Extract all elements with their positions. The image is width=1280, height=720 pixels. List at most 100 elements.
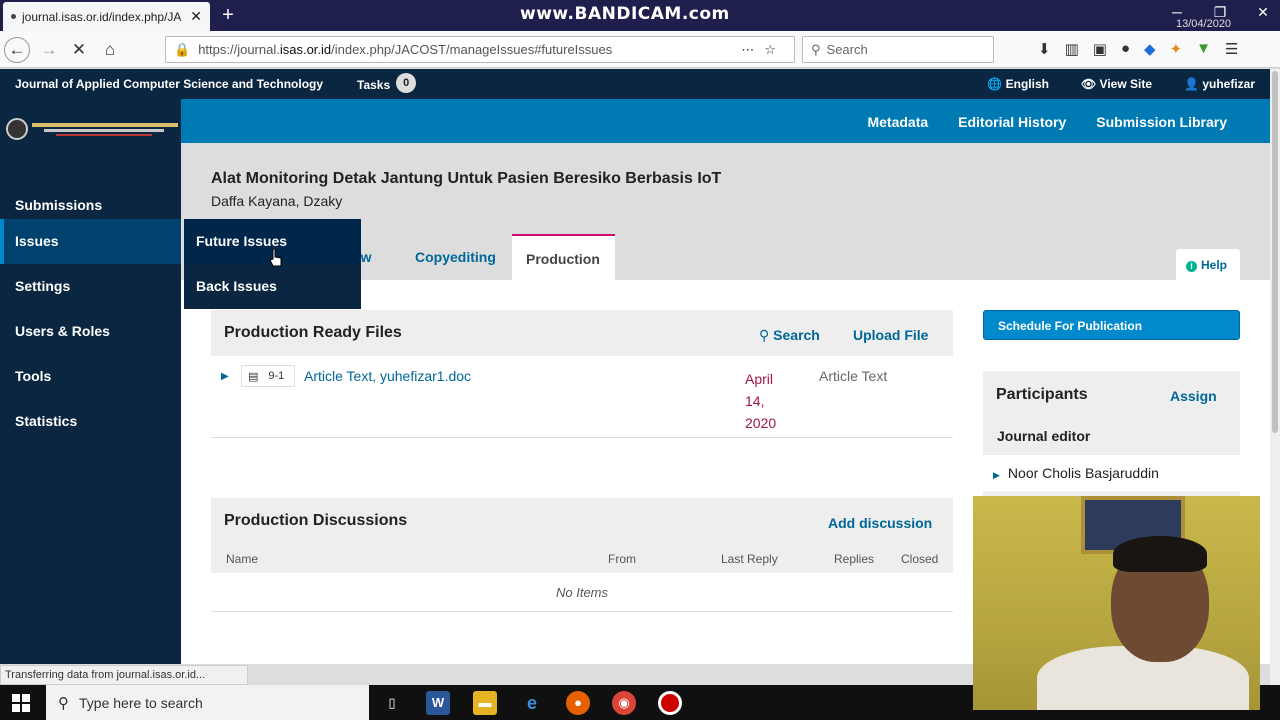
tab-title: journal.isas.or.id/index.php/JA — [22, 9, 182, 24]
ojs-sidebar: Submissions Issues Settings Users & Role… — [0, 99, 181, 664]
column-replies[interactable]: Replies — [834, 552, 874, 566]
taskbar-search-input[interactable]: ⚲ Type here to search — [46, 685, 369, 720]
upload-file-button[interactable]: Upload File — [853, 327, 928, 343]
account-icon[interactable]: ● — [1121, 40, 1130, 58]
new-tab-icon[interactable]: + — [218, 4, 238, 27]
document-icon: ▤ — [248, 370, 259, 383]
grid-title: Production Ready Files — [224, 324, 402, 341]
add-discussion-button[interactable]: Add discussion — [828, 515, 932, 531]
browser-status-bar: Transferring data from journal.isas.or.i… — [0, 665, 248, 685]
tasks-button[interactable]: Tasks 0 — [357, 73, 417, 93]
file-name-link[interactable]: Article Text, yuhefizar1.doc — [304, 368, 471, 384]
browser-navbar: ← → ✕ ⌂ 🔒 https://journal.isas.or.id/ind… — [0, 31, 1280, 68]
url-text: https://journal.isas.or.id/index.php/JAC… — [198, 42, 613, 57]
extension2-icon[interactable]: ✦ — [1170, 40, 1183, 58]
role-heading: Journal editor — [997, 428, 1091, 444]
tab-copyediting[interactable]: Copyediting — [401, 234, 510, 280]
extension-icon[interactable]: ◆ — [1144, 40, 1156, 58]
download-icon[interactable]: ⬇ — [1038, 40, 1051, 58]
submission-header-bar: Metadata Editorial History Submission Li… — [181, 99, 1270, 143]
participant-item[interactable]: ▶ Noor Cholis Basjaruddin — [983, 455, 1240, 491]
sidebar-item-users-roles[interactable]: Users & Roles — [0, 309, 181, 354]
firefox-icon[interactable]: ● — [566, 691, 590, 715]
lock-icon: 🔒 — [174, 41, 191, 57]
sidebar-item-tools[interactable]: Tools — [0, 354, 181, 399]
hand-cursor-icon — [270, 249, 282, 267]
home-icon[interactable]: ⌂ — [97, 37, 123, 63]
forward-arrow-icon[interactable]: → — [36, 37, 62, 63]
expand-participant-icon[interactable]: ▶ — [993, 470, 1000, 480]
file-id-badge: ▤ 9-1 — [241, 365, 295, 387]
table-row: ▶ ▤ 9-1 Article Text, yuhefizar1.doc Apri… — [211, 356, 953, 438]
stop-loading-icon[interactable]: ✕ — [66, 37, 92, 63]
file-explorer-icon[interactable]: ▬ — [473, 691, 497, 715]
column-name[interactable]: Name — [226, 552, 258, 566]
submission-library-link[interactable]: Submission Library — [1096, 114, 1227, 130]
search-icon: ⚲ — [58, 694, 69, 712]
production-files-grid: Production Ready Files ⚲ Search Upload F… — [211, 310, 953, 438]
column-last-reply[interactable]: Last Reply — [721, 552, 778, 566]
person-hair — [1113, 536, 1207, 572]
address-bar[interactable]: 🔒 https://journal.isas.or.id/index.php/J… — [165, 36, 795, 63]
browser-titlebar: journal.isas.or.id/index.php/JA ✕ + www.… — [0, 0, 1280, 31]
participants-title: Participants — [996, 386, 1088, 403]
recording-watermark: www.BANDICAM.com — [520, 4, 730, 24]
files-search-button[interactable]: ⚲ Search — [759, 327, 820, 344]
tab-close-icon[interactable]: ✕ — [190, 8, 202, 25]
edge-icon[interactable]: e — [520, 691, 544, 715]
file-date: April 14, 2020 — [745, 371, 777, 431]
column-from[interactable]: From — [608, 552, 636, 566]
assign-button[interactable]: Assign — [1170, 388, 1217, 404]
loading-dot-icon — [11, 14, 16, 19]
scrollbar-thumb[interactable] — [1272, 71, 1278, 433]
browser-search-input[interactable]: ⚲ Search — [802, 36, 994, 63]
toolbar-icons: ⬇ ▥ ▣ ● ◆ ✦ ▼ ☰ — [1038, 40, 1238, 58]
logo-title-stroke — [32, 122, 178, 127]
column-closed[interactable]: Closed — [901, 552, 938, 566]
user-menu[interactable]: 👤 yuhefizar — [1184, 77, 1255, 91]
logo-seal-icon — [6, 118, 28, 140]
webcam-overlay — [973, 496, 1260, 710]
metadata-link[interactable]: Metadata — [867, 114, 928, 130]
sidebar-item-statistics[interactable]: Statistics — [0, 399, 181, 444]
language-menu[interactable]: 🌐 English — [987, 77, 1049, 91]
bandicam-icon[interactable] — [658, 691, 682, 715]
sidebar-item-settings[interactable]: Settings — [0, 264, 181, 309]
schedule-for-publication-button[interactable]: Schedule For Publication — [983, 310, 1240, 340]
submission-title: Alat Monitoring Detak Jantung Untuk Pasi… — [211, 170, 722, 187]
extension3-icon[interactable]: ▼ — [1196, 40, 1211, 58]
ojs-topbar: Journal of Applied Computer Science and … — [0, 69, 1270, 99]
view-site-link[interactable]: 👁 View Site — [1081, 77, 1152, 91]
library-icon[interactable]: ▥ — [1065, 40, 1079, 58]
submenu-back-issues[interactable]: Back Issues — [184, 264, 361, 309]
participants-panel: Participants Assign Journal editor ▶ Noor… — [983, 371, 1240, 496]
sidebar-item-issues[interactable]: Issues — [0, 219, 181, 264]
journal-logo[interactable] — [6, 116, 178, 142]
info-icon: i — [1186, 261, 1197, 272]
word-icon[interactable]: W — [426, 691, 450, 715]
submission-authors: Daffa Kayana, Dzaky — [211, 193, 343, 209]
page-scrollbar[interactable] — [1270, 69, 1280, 685]
tasks-count-badge: 0 — [396, 73, 417, 93]
help-button[interactable]: i Help — [1176, 249, 1240, 280]
windows-start-icon[interactable] — [12, 694, 30, 712]
task-view-icon[interactable]: ▯ — [380, 691, 404, 715]
menu-icon[interactable]: ☰ — [1225, 40, 1238, 58]
empty-state: No Items — [211, 573, 953, 612]
editorial-history-link[interactable]: Editorial History — [958, 114, 1066, 130]
logo-url-stroke — [56, 133, 152, 136]
journal-title-link[interactable]: Journal of Applied Computer Science and … — [15, 77, 323, 91]
sidebar-icon[interactable]: ▣ — [1093, 40, 1107, 58]
browser-tab[interactable]: journal.isas.or.id/index.php/JA ✕ — [3, 2, 210, 31]
production-discussions-grid: Production Discussions Add discussion Na… — [211, 498, 953, 612]
window-close-icon[interactable]: ✕ — [1248, 4, 1278, 21]
table-header: Name From Last Reply Replies Closed — [211, 544, 953, 573]
taskbar-date: 13/04/2020 — [1176, 18, 1232, 30]
tab-production[interactable]: Production — [512, 234, 615, 280]
search-icon: ⚲ — [759, 327, 770, 343]
back-arrow-icon[interactable]: ← — [4, 37, 30, 63]
expand-row-icon[interactable]: ▶ — [221, 371, 229, 382]
chrome-icon[interactable]: ◉ — [612, 691, 636, 715]
file-type: Article Text — [819, 368, 888, 384]
page-actions-icon[interactable]: ⋯☆ — [741, 42, 786, 58]
